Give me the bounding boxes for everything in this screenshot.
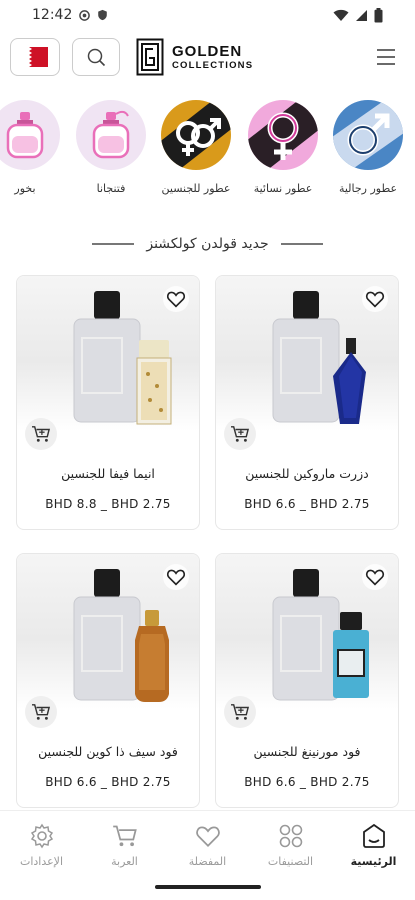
category-men[interactable]: عطور رجالية: [323, 100, 413, 195]
shield-icon: [98, 9, 108, 21]
add-to-cart-button[interactable]: [224, 418, 256, 450]
product-card[interactable]: دزرت ماروكين للجنسين BHD 6.6 _ BHD 2.75: [215, 275, 399, 530]
hamburger-menu-icon: [377, 49, 395, 65]
female-symbol-icon: [248, 100, 318, 170]
nav-label: الإعدادات: [19, 855, 64, 868]
category-label: عطور للجنسين: [161, 182, 231, 195]
product-card[interactable]: فود مورنينغ للجنسين BHD 6.6 _ BHD 2.75: [215, 553, 399, 808]
heart-icon: [166, 291, 186, 308]
category-vials[interactable]: فتنجانا: [66, 100, 156, 195]
category-carousel[interactable]: عطور رجالية عطور نسائية عطور للجنسين فتن…: [0, 100, 415, 210]
category-label: بخور: [14, 182, 36, 195]
nav-categories[interactable]: التصنيفات: [249, 823, 332, 868]
nav-home[interactable]: الرئيسية: [332, 823, 415, 868]
logo-text-collections: COLLECTIONS: [172, 59, 254, 71]
product-name[interactable]: فود مورنينغ للجنسين: [216, 744, 398, 759]
category-incense[interactable]: بخور: [0, 100, 70, 195]
category-label: فتنجانا: [96, 182, 126, 195]
product-price: BHD 6.6 _ BHD 2.75: [45, 775, 171, 789]
divider: [92, 243, 135, 245]
logo-mark-icon: [136, 38, 164, 76]
favorite-button[interactable]: [362, 286, 388, 312]
add-to-cart-button[interactable]: [224, 696, 256, 728]
cart-icon: [112, 825, 137, 847]
add-to-cart-icon: [231, 426, 250, 442]
country-selector-button[interactable]: [10, 38, 60, 76]
battery-icon: [374, 7, 383, 22]
status-bar: 12:42: [0, 0, 415, 30]
bottom-navigation: الرئيسية التصنيفات المفضلة العربة الإعدا…: [0, 810, 415, 872]
perfume-bottle-icon: [76, 100, 146, 170]
male-symbol-icon: [333, 100, 403, 170]
product-image[interactable]: [17, 276, 199, 450]
add-to-cart-icon: [32, 704, 51, 720]
product-name[interactable]: فود سيف ذا كوين للجنسين: [17, 744, 199, 759]
search-icon: [87, 48, 106, 67]
product-price: BHD 8.8 _ BHD 2.75: [45, 497, 171, 511]
heart-icon: [195, 826, 220, 847]
signal-icon: [356, 9, 367, 21]
add-to-cart-icon: [231, 704, 250, 720]
nav-label: العربة: [111, 855, 138, 868]
settings-icon: [30, 823, 53, 849]
section-header: جديد قولدن كولكشنز: [0, 230, 415, 258]
nav-label: الرئيسية: [350, 855, 397, 868]
favorite-button[interactable]: [163, 286, 189, 312]
product-image[interactable]: [216, 554, 398, 728]
category-unisex[interactable]: عطور للجنسين: [151, 100, 241, 195]
notification-dot-icon: [79, 9, 91, 21]
home-icon: [362, 823, 385, 848]
add-to-cart-icon: [32, 426, 51, 442]
search-button[interactable]: [72, 38, 120, 76]
heart-icon: [365, 569, 385, 586]
product-name[interactable]: دزرت ماروكين للجنسين: [216, 466, 398, 481]
grid-icon: [279, 824, 302, 848]
nav-label: التصنيفات: [267, 855, 314, 868]
product-image[interactable]: [17, 554, 199, 728]
product-price: BHD 6.6 _ BHD 2.75: [244, 775, 370, 789]
logo-text-golden: GOLDEN: [172, 42, 243, 60]
add-to-cart-button[interactable]: [25, 418, 57, 450]
perfume-bottle-icon: [0, 100, 60, 170]
heart-icon: [166, 569, 186, 586]
bahrain-flag-icon: [22, 47, 48, 67]
divider: [280, 243, 323, 245]
heart-icon: [365, 291, 385, 308]
category-label: عطور رجالية: [338, 182, 398, 195]
category-label: عطور نسائية: [253, 182, 313, 195]
product-name[interactable]: انيما فيفا للجنسين: [17, 466, 199, 481]
product-card[interactable]: فود سيف ذا كوين للجنسين BHD 6.6 _ BHD 2.…: [16, 553, 200, 808]
app-header: GOLDEN COLLECTIONS: [0, 36, 415, 80]
product-card[interactable]: انيما فيفا للجنسين BHD 8.8 _ BHD 2.75: [16, 275, 200, 530]
add-to-cart-button[interactable]: [25, 696, 57, 728]
product-price: BHD 6.6 _ BHD 2.75: [244, 497, 370, 511]
unisex-symbol-icon: [161, 100, 231, 170]
brand-logo[interactable]: GOLDEN COLLECTIONS: [136, 36, 253, 78]
nav-label: المفضلة: [188, 855, 227, 868]
menu-button[interactable]: [374, 46, 398, 68]
home-indicator[interactable]: [155, 885, 261, 889]
favorite-button[interactable]: [362, 564, 388, 590]
product-image[interactable]: [216, 276, 398, 450]
category-women[interactable]: عطور نسائية: [238, 100, 328, 195]
nav-favorites[interactable]: المفضلة: [166, 823, 249, 868]
status-time: 12:42: [32, 7, 73, 23]
section-title: جديد قولدن كولكشنز: [146, 236, 269, 252]
wifi-icon: [333, 9, 349, 21]
nav-settings[interactable]: الإعدادات: [0, 823, 83, 868]
nav-cart[interactable]: العربة: [83, 823, 166, 868]
favorite-button[interactable]: [163, 564, 189, 590]
